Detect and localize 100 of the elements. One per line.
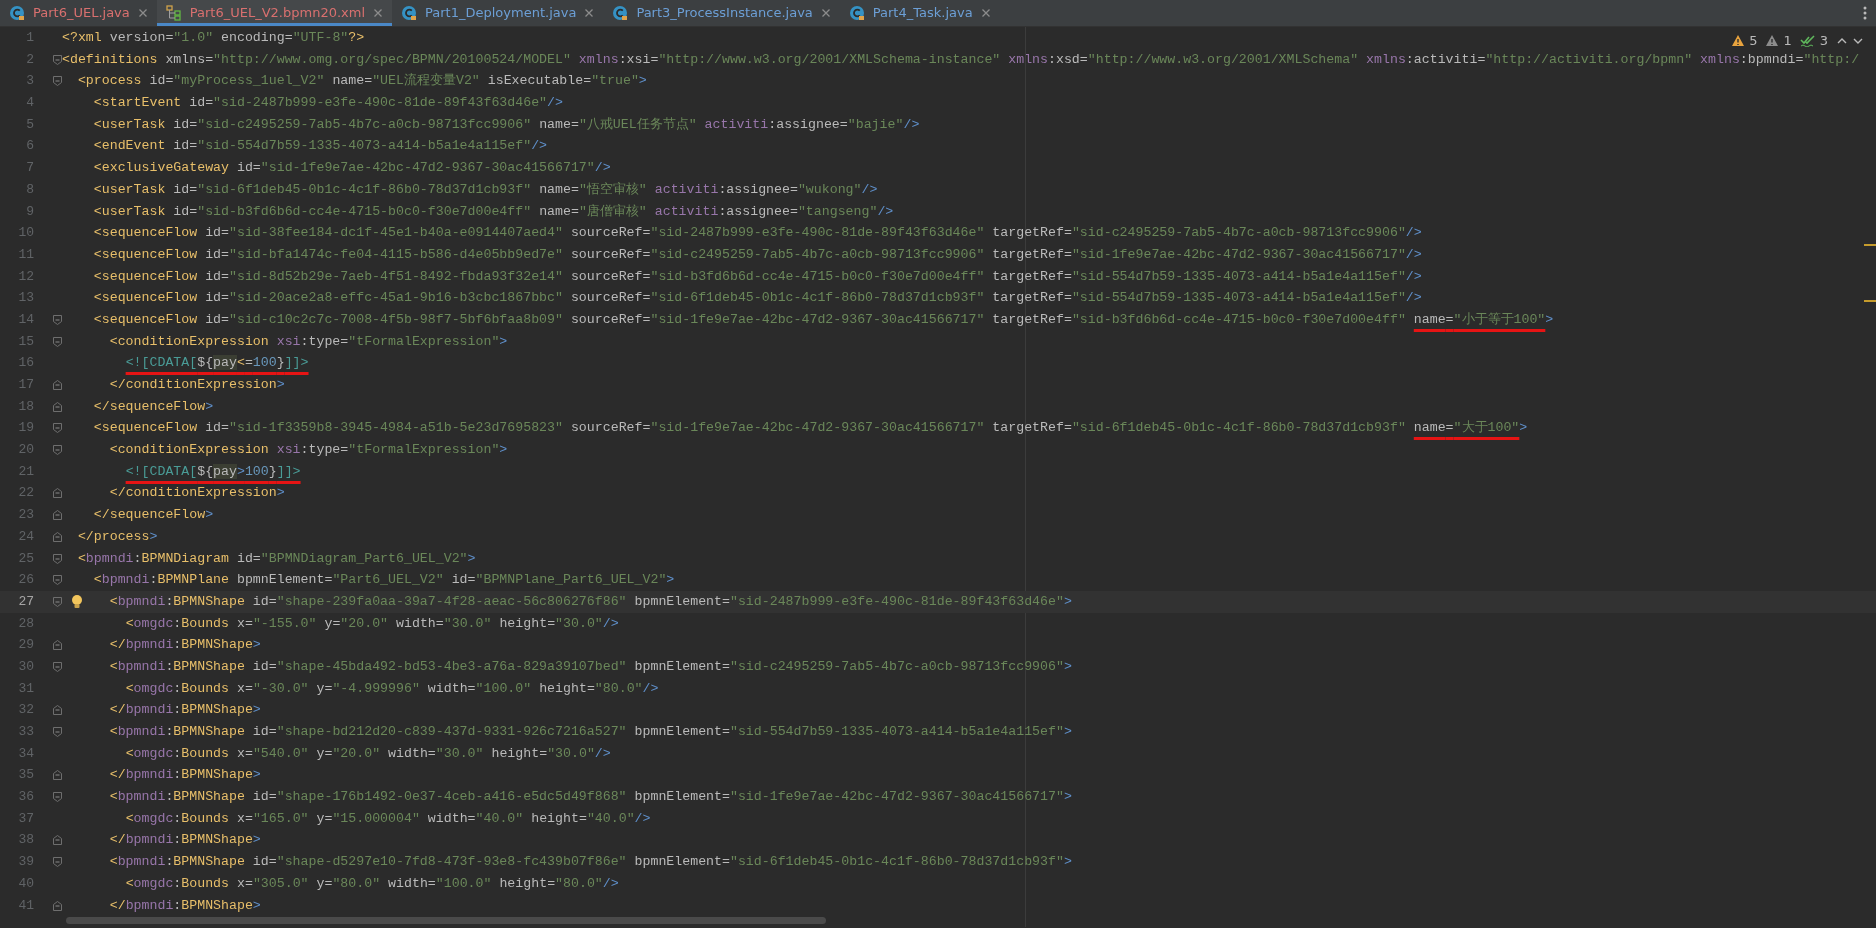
code-line: <endEvent id="sid-554d7b59-1335-4073-a414-b5a1e4a115ef"/> [93,137,548,156]
line-number: 4 [25,94,34,113]
problem-count: 3 [1819,32,1828,50]
more-icon[interactable] [1862,5,1868,21]
code-line: <omgdc:Bounds x="305.0" y="80.0" width="100.0" height="80.0"/> [125,874,619,893]
fold-icon[interactable] [52,769,63,782]
line-number: 17 [17,376,34,394]
close-icon[interactable] [820,8,831,18]
fold-icon[interactable] [52,704,63,717]
fold-icon[interactable] [52,487,63,500]
fold-icon[interactable] [52,335,63,348]
code-line: </bpmndi:BPMNShape> [109,766,261,785]
fold-icon[interactable] [52,595,63,608]
line-number: 15 [17,332,34,351]
code-line: <sequenceFlow id="sid-20ace2a8-effc-45a1-9b16-b3cbc1867bbc" sourceRef="sid-6f1deb45-0b1c-4c1f-86b0-78d37d1cb93f" targetRef="sid-554d7b59-1335-4073-a414-b5a1e4a115ef"/> [93,289,1422,308]
code-line: </sequenceFlow> [93,506,214,525]
code-line: <conditionExpression xsi:type="tFormalExpression"> [109,332,508,351]
line-number: 8 [25,180,34,199]
fold-icon[interactable] [52,574,63,587]
line-number: 6 [25,137,34,156]
code-line: </bpmndi:BPMNShape> [109,701,261,720]
fold-icon[interactable] [52,856,63,869]
code-line: </bpmndi:BPMNShape> [109,636,261,655]
code-line: <definitions xmlns="http://www.omg.org/spec/BPMN/20100524/MODEL" xmlns:xsi="http://www.w3.org/2001/XMLSchema-instance" xmlns:xsd="http://www.w3.org/2001/XMLSchema" xmlns:activiti="http://activiti.org/bpmn" xmlns:bpmndi="http:/ [62,50,1860,69]
line-number: 20 [17,441,34,460]
code-line: <bpmndi:BPMNShape id="shape-bd212d20-c839-437d-9331-926c7216a527" bpmnElement="sid-554d7b59-1335-4073-a414-b5a1e4a115ef"> [109,723,1072,741]
close-icon[interactable] [980,8,991,18]
code-line: <omgdc:Bounds x="165.0" y="15.000004" width="40.0" height="40.0"/> [125,809,651,828]
line-number: 24 [17,527,34,546]
code-line: <bpmndi:BPMNPlane bpmnElement="Part6_UEL_V2" id="BPMNPlane_Part6_UEL_V2"> [93,571,675,590]
line-number: 2 [25,50,34,69]
code-line: <sequenceFlow id="sid-38fee184-dc1f-45e1-b40a-e0914407aed4" sourceRef="sid-2487b999-e3fe-490c-81de-89f43f63d46e" targetRef="sid-c2495259-7ab5-4b7c-a0cb-98713fcc9906"/> [93,224,1422,243]
fold-icon[interactable] [52,422,63,435]
line-number: 19 [17,419,34,438]
fold-icon[interactable] [52,379,63,391]
fold-icon[interactable] [52,75,63,88]
code-line: <![CDATA[${pay>100}]]> [125,462,301,481]
fold-icon[interactable] [52,444,63,457]
file-tab[interactable]: Part6_UEL_V2.bpmn20.xml [156,0,393,26]
line-number: 5 [25,115,34,134]
code-line: <userTask id="sid-c2495259-7ab5-4b7c-a0cb-98713fcc9906" name="八戒UEL任务节点" activiti:assignee="bajie"/> [93,115,920,134]
line-number: 40 [17,874,34,893]
warning-icon[interactable] [1765,34,1780,48]
line-number: 39 [17,853,34,872]
code-line: </bpmndi:BPMNShape> [109,896,261,915]
line-number: 27 [17,592,34,611]
code-line: <omgdc:Bounds x="-30.0" y="-4.999996" width="100.0" height="80.0"/> [125,679,659,698]
line-number: 9 [25,202,34,221]
close-icon[interactable] [584,8,595,18]
line-number: 10 [17,224,34,243]
line-number: 35 [17,766,34,785]
code-line: <?xml version="1.0" encoding="UTF-8"?> [62,29,365,47]
line-number: 31 [17,679,34,698]
line-number: 1 [25,29,34,47]
code-line: <omgdc:Bounds x="540.0" y="20.0" width="30.0" height="30.0"/> [125,744,611,763]
close-icon[interactable] [137,8,148,18]
fold-icon[interactable] [52,509,63,522]
code-line: <userTask id="sid-b3fd6b6d-cc4e-4715-b0c0-f30e7d00e4ff" name="唐僧审核" activiti:assignee="tangseng"/> [93,202,894,221]
fold-icon[interactable] [52,53,63,66]
line-number: 12 [17,267,34,286]
fold-icon[interactable] [52,639,63,652]
fold-icon[interactable] [52,400,63,413]
line-number: 13 [17,289,34,308]
code-line: <sequenceFlow id="sid-bfa1474c-fe04-4115-b586-d4e05bb9ed7e" sourceRef="sid-c2495259-7ab5-4b7c-a0cb-98713fcc9906" targetRef="sid-1fe9e7ae-42bc-47d2-9367-30ac41566717"/> [93,245,1422,264]
code-line: <sequenceFlow id="sid-1f3359b8-3945-4984-a51b-5e23d7695823" sourceRef="sid-1fe9e7ae-42bc-47d2-9367-30ac41566717" targetRef="sid-6f1deb45-0b1c-4c1f-86b0-78d37d1cb93f" name="大于100"> [93,419,1528,438]
fold-icon[interactable] [52,899,63,912]
line-number: 41 [17,896,34,915]
fold-icon[interactable] [52,726,63,738]
fold-icon[interactable] [52,530,63,543]
code-line: </sequenceFlow> [93,397,214,416]
fold-icon[interactable] [52,313,63,326]
line-number: 36 [17,788,34,807]
code-line: <startEvent id="sid-2487b999-e3fe-490c-81de-89f43f63d46e"/> [93,94,563,113]
warning-icon[interactable] [1731,34,1746,48]
code-line: <omgdc:Bounds x="-155.0" y="20.0" width="30.0" height="30.0"/> [125,614,619,633]
line-number: 34 [17,744,34,763]
line-number: 29 [17,636,34,655]
line-number: 22 [17,484,34,503]
code-line: </bpmndi:BPMNShape> [109,831,261,850]
line-number: 18 [17,397,34,416]
line-number: 32 [17,701,34,720]
file-tab[interactable]: Part3_ProcessInstance.java [603,0,840,26]
line-number: 28 [17,614,34,633]
fold-icon[interactable] [52,660,63,673]
code-line: <bpmndi:BPMNShape id="shape-239fa0aa-39a7-4f28-aeac-56c806276f86" bpmnElement="sid-2487b999-e3fe-490c-81de-89f43f63d46e"> [109,592,1072,611]
file-tab[interactable]: Part6_UEL.java [0,0,157,26]
spellcheck-icon[interactable] [1799,34,1816,48]
line-number: 23 [17,506,34,525]
line-number: 30 [17,657,34,676]
line-number: 37 [17,809,34,828]
close-icon[interactable] [373,8,384,18]
code-line: <bpmndi:BPMNDiagram id="BPMNDiagram_Part6_UEL_V2"> [77,549,476,568]
problem-count: 5 [1749,32,1758,50]
fold-icon[interactable] [52,552,63,565]
file-tab[interactable]: Part1_Deployment.java [392,0,604,26]
file-tab[interactable]: Part4_Task.java [839,0,1000,26]
bulb-icon[interactable] [71,593,83,610]
fold-icon[interactable] [52,791,63,804]
horizontal-scrollbar[interactable] [66,917,826,924]
fold-icon[interactable] [52,834,63,847]
